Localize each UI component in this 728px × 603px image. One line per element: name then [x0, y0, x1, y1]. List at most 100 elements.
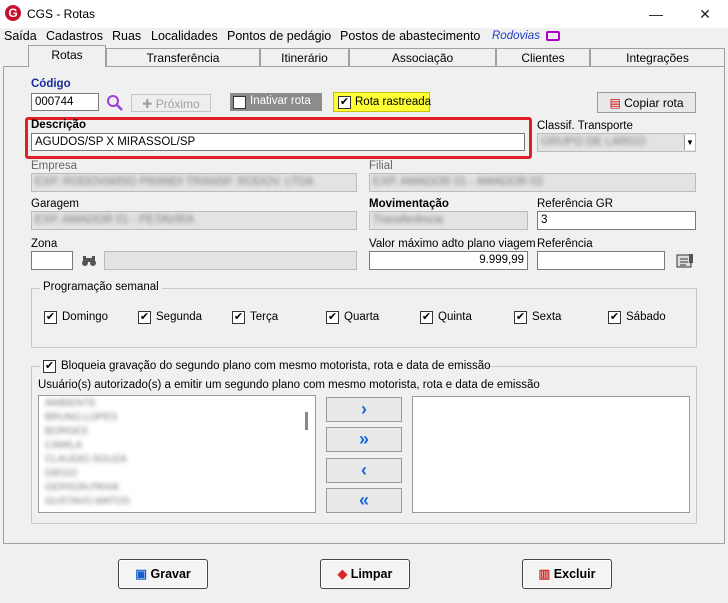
referencia-gr-input[interactable]: 3 — [537, 211, 696, 230]
zona-description-input — [104, 251, 357, 270]
inativar-rota-checkbox[interactable]: Inativar rota — [230, 93, 322, 111]
codigo-input[interactable]: 000744 — [31, 93, 99, 111]
rota-rastreada-checkbox[interactable]: ✔ Rota rastreada — [333, 92, 432, 112]
list-item[interactable]: BRUNO.LOPES — [45, 412, 117, 423]
list-item[interactable]: CLAUDIO.SOUZA — [45, 454, 127, 465]
descricao-input[interactable]: AGUDOS/SP X MIRASSOL/SP — [31, 133, 525, 151]
sabado-label: Sábado — [626, 311, 666, 323]
menu-localidades[interactable]: Localidades — [151, 28, 218, 44]
garagem-value: EXP. AMADOR 01 - PETAVIRA — [35, 214, 195, 226]
proximo-label: Próximo — [155, 97, 200, 111]
usuarios-autorizados-label: Usuário(s) autorizado(s) a emitir um seg… — [38, 379, 540, 391]
valor-maximo-input[interactable]: 9.999,99 — [369, 251, 528, 270]
menu-ruas[interactable]: Ruas — [112, 28, 141, 44]
zona-input[interactable] — [31, 251, 73, 270]
movimentacao-label: Movimentação — [369, 198, 449, 210]
move-all-left-button[interactable]: « — [326, 488, 402, 513]
garagem-label: Garagem — [31, 198, 79, 210]
list-item[interactable]: BORGES — [45, 426, 88, 437]
bloqueia-label: Bloqueia gravação do segundo plano com m… — [61, 360, 491, 372]
excluir-label: Excluir — [553, 567, 596, 581]
empresa-label: Empresa — [31, 160, 78, 172]
menu-bar: Saída Cadastros Ruas Localidades Pontos … — [0, 28, 728, 46]
title-bar: G CGS - Rotas — ✕ — [0, 0, 728, 28]
copy-document-icon: ▤ — [609, 96, 625, 110]
list-item[interactable]: GERSON.PAIVA — [45, 482, 119, 493]
notes-icon[interactable] — [676, 253, 694, 269]
menu-saida[interactable]: Saída — [4, 28, 37, 44]
eraser-icon: ◆ — [337, 567, 351, 581]
move-left-button[interactable]: ‹ — [326, 458, 402, 483]
list-item[interactable]: DIEGO — [45, 468, 77, 479]
movimentacao-select[interactable]: Transferência — [369, 211, 528, 230]
terca-label: Terça — [250, 311, 279, 323]
referencia-input[interactable] — [537, 251, 665, 270]
quinta-checkbox[interactable]: ✔ — [420, 311, 433, 324]
authorized-users-list[interactable] — [412, 396, 690, 513]
zona-label: Zona — [31, 238, 58, 250]
gravar-label: Gravar — [150, 567, 191, 581]
minimize-button[interactable]: — — [633, 0, 679, 28]
proximo-button[interactable]: ✚ Próximo — [131, 94, 211, 112]
bloqueia-header: ✔ Bloqueia gravação do segundo plano com… — [40, 358, 491, 374]
quinta-label: Quinta — [438, 311, 472, 323]
move-all-right-button[interactable]: » — [326, 427, 402, 452]
segunda-checkbox[interactable]: ✔ — [138, 311, 151, 324]
programacao-semanal-title: Programação semanal — [40, 281, 162, 293]
quarta-checkbox[interactable]: ✔ — [326, 311, 339, 324]
tab-associacao[interactable]: Associação — [349, 48, 496, 66]
copiar-rota-button[interactable]: ▤ Copiar rota — [597, 92, 696, 113]
gravar-button[interactable]: ▣ Gravar — [118, 559, 208, 589]
chevron-down-icon[interactable]: ▼ — [684, 135, 695, 150]
rastreada-label: Rota rastreada — [355, 96, 432, 108]
binoculars-icon[interactable] — [81, 254, 97, 268]
monitor-icon — [546, 31, 560, 41]
domingo-label: Domingo — [62, 311, 109, 323]
close-button[interactable]: ✕ — [682, 0, 728, 28]
search-icon[interactable] — [106, 94, 124, 112]
available-users-list[interactable]: AMBIENTE BRUNO.LOPES BORGES CAMILA CLAUD… — [38, 395, 316, 513]
classif-transporte-value: GRUPO DE LARGO — [541, 136, 646, 148]
limpar-label: Limpar — [350, 567, 393, 581]
classif-transporte-label: Classif. Transporte — [537, 120, 633, 132]
quarta-label: Quarta — [344, 311, 380, 323]
sexta-checkbox[interactable]: ✔ — [514, 311, 527, 324]
list-item[interactable]: GUSTAVO.MATOS — [45, 496, 130, 507]
menu-pontos-pedagio[interactable]: Pontos de pedágio — [227, 28, 331, 44]
app-logo-icon: G — [5, 5, 21, 21]
menu-postos-abastecimento[interactable]: Postos de abastecimento — [340, 28, 480, 44]
limpar-button[interactable]: ◆ Limpar — [320, 559, 410, 589]
tab-transferencia[interactable]: Transferência — [106, 48, 260, 66]
window-title: CGS - Rotas — [27, 7, 96, 21]
filial-value: EXP. AMADOR 01 - AMADOR 03 — [373, 176, 543, 188]
save-icon: ▣ — [135, 567, 151, 581]
bloqueia-checkbox[interactable]: ✔ — [43, 360, 56, 373]
menu-rodovias[interactable]: Rodovias — [492, 28, 540, 44]
terca-checkbox[interactable]: ✔ — [232, 311, 245, 324]
sexta-label: Sexta — [532, 311, 562, 323]
garagem-input: EXP. AMADOR 01 - PETAVIRA — [31, 211, 357, 230]
tab-integracoes[interactable]: Integrações — [590, 48, 725, 66]
tab-rotas[interactable]: Rotas — [28, 45, 106, 67]
list-scrollbar[interactable] — [305, 412, 308, 430]
empresa-value: EXP. RODOVIARIO PRANDI TRANSP. RODOV. LT… — [35, 176, 314, 188]
segunda-label: Segunda — [156, 311, 203, 323]
move-right-button[interactable]: › — [326, 397, 402, 422]
plus-icon: ✚ — [142, 97, 156, 111]
descricao-label: Descrição — [31, 119, 86, 131]
sabado-checkbox[interactable]: ✔ — [608, 311, 621, 324]
domingo-checkbox[interactable]: ✔ — [44, 311, 57, 324]
tab-clientes[interactable]: Clientes — [496, 48, 590, 66]
menu-cadastros[interactable]: Cadastros — [46, 28, 103, 44]
movimentacao-value: Transferência — [373, 214, 443, 226]
filial-label: Filial — [369, 160, 393, 172]
excluir-button[interactable]: ▥ Excluir — [522, 559, 612, 589]
list-item[interactable]: AMBIENTE — [45, 398, 96, 409]
list-item[interactable]: CAMILA — [45, 440, 82, 451]
tab-itinerario[interactable]: Itinerário — [260, 48, 349, 66]
classif-transporte-select[interactable]: GRUPO DE LARGO — [537, 133, 696, 152]
filial-input: EXP. AMADOR 01 - AMADOR 03 — [369, 173, 696, 192]
inativar-label: Inativar rota — [250, 95, 311, 107]
copiar-label: Copiar rota — [624, 96, 684, 110]
referencia-label: Referência — [537, 238, 593, 250]
